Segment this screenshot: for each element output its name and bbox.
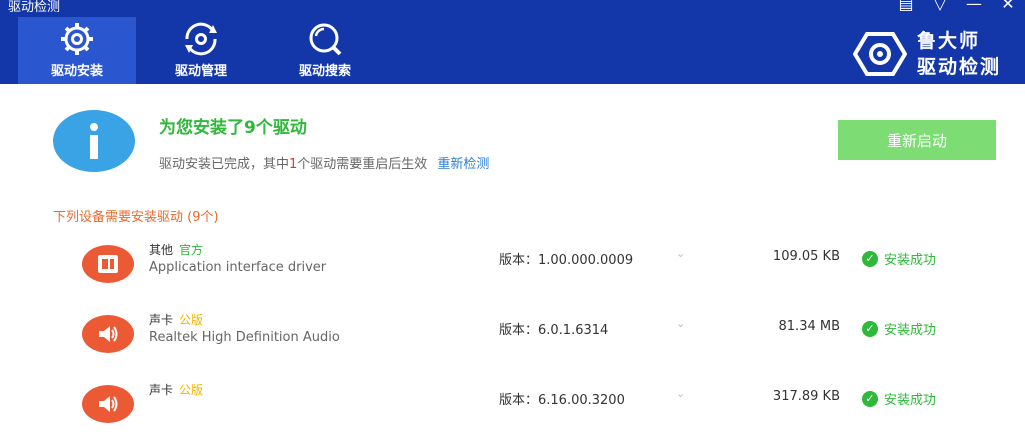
brand-logo: 鲁大师 驱动检测 bbox=[852, 28, 1001, 80]
window-controls: ▤ ▽ — ✕ bbox=[895, 0, 1019, 13]
driver-size: 81.34 MB bbox=[778, 319, 840, 334]
tab-driver-manage[interactable]: 驱动管理 bbox=[142, 17, 260, 84]
close-icon[interactable]: ✕ bbox=[997, 0, 1019, 13]
info-icon bbox=[53, 110, 135, 172]
section-title: 下列设备需要安装驱动 (9个) bbox=[53, 210, 219, 225]
brand-gear-icon bbox=[852, 32, 907, 76]
driver-name: Application interface driver bbox=[149, 260, 327, 275]
subtext-post: 个驱动需要重启后生效 bbox=[297, 157, 428, 172]
menu-icon[interactable]: ▽ bbox=[929, 0, 951, 13]
install-status: ✓ 安装成功 bbox=[862, 319, 936, 338]
driver-category: 声卡 公版 bbox=[149, 313, 204, 327]
tab-driver-search[interactable]: 驱动搜索 bbox=[266, 17, 384, 84]
install-status: ✓ 安装成功 bbox=[862, 249, 936, 268]
install-subtext: 驱动安装已完成，其中1个驱动需要重启后生效 重新检测 bbox=[159, 153, 489, 172]
driver-row[interactable]: 其他 官方 Application interface driver 版本：1.0… bbox=[0, 237, 1025, 307]
header-bar: 驱动检测 ▤ ▽ — ✕ 驱动安装 驱动管理 驱动搜索 鲁大师 驱动检测 bbox=[0, 0, 1025, 84]
search-icon bbox=[309, 23, 342, 56]
driver-version: 版本：6.0.1.6314 bbox=[499, 323, 609, 338]
chip-icon bbox=[82, 245, 134, 283]
feedback-icon[interactable]: ▤ bbox=[895, 0, 917, 13]
driver-category: 其他 官方 bbox=[149, 243, 204, 257]
recheck-link[interactable]: 重新检测 bbox=[437, 157, 489, 172]
subtext-pre: 驱动安装已完成，其中 bbox=[159, 157, 290, 172]
tab-label: 驱动安装 bbox=[50, 64, 103, 79]
chevron-down-icon[interactable]: ⌄ bbox=[676, 247, 685, 260]
driver-tag: 官方 bbox=[179, 243, 204, 257]
check-icon: ✓ bbox=[862, 250, 878, 267]
chevron-down-icon[interactable]: ⌄ bbox=[676, 387, 685, 400]
driver-size: 109.05 KB bbox=[772, 249, 840, 264]
refresh-gear-icon bbox=[185, 22, 217, 56]
driver-row[interactable]: 声卡 公版 Realtek High Definition Audio 版本：6.… bbox=[0, 307, 1025, 377]
driver-tag: 公版 bbox=[179, 313, 204, 327]
minimize-icon[interactable]: — bbox=[963, 0, 985, 13]
driver-tag: 公版 bbox=[179, 383, 204, 397]
chevron-down-icon[interactable]: ⌄ bbox=[676, 317, 685, 330]
driver-version: 版本：1.00.000.0009 bbox=[499, 253, 634, 268]
window-title: 驱动检测 bbox=[8, 0, 61, 15]
driver-name: Realtek High Definition Audio bbox=[149, 330, 340, 345]
speaker-icon bbox=[82, 385, 134, 423]
check-icon: ✓ bbox=[862, 320, 878, 337]
tab-driver-install[interactable]: 驱动安装 bbox=[18, 17, 136, 84]
driver-row[interactable]: 声卡 公版 版本：6.16.00.3200 ⌄ 317.89 KB ✓ 安装成功 bbox=[0, 377, 1025, 447]
install-headline: 为您安装了9个驱动 bbox=[159, 118, 307, 138]
tab-label: 驱动搜索 bbox=[298, 64, 351, 79]
restart-button[interactable]: 重新启动 bbox=[838, 120, 996, 160]
brand-subtitle: 驱动检测 bbox=[916, 56, 1001, 78]
speaker-icon bbox=[82, 315, 134, 353]
brand-name: 鲁大师 bbox=[916, 30, 980, 52]
driver-category: 声卡 公版 bbox=[149, 383, 204, 397]
driver-size: 317.89 KB bbox=[772, 389, 840, 404]
gear-icon bbox=[61, 23, 93, 55]
tab-label: 驱动管理 bbox=[174, 64, 227, 79]
